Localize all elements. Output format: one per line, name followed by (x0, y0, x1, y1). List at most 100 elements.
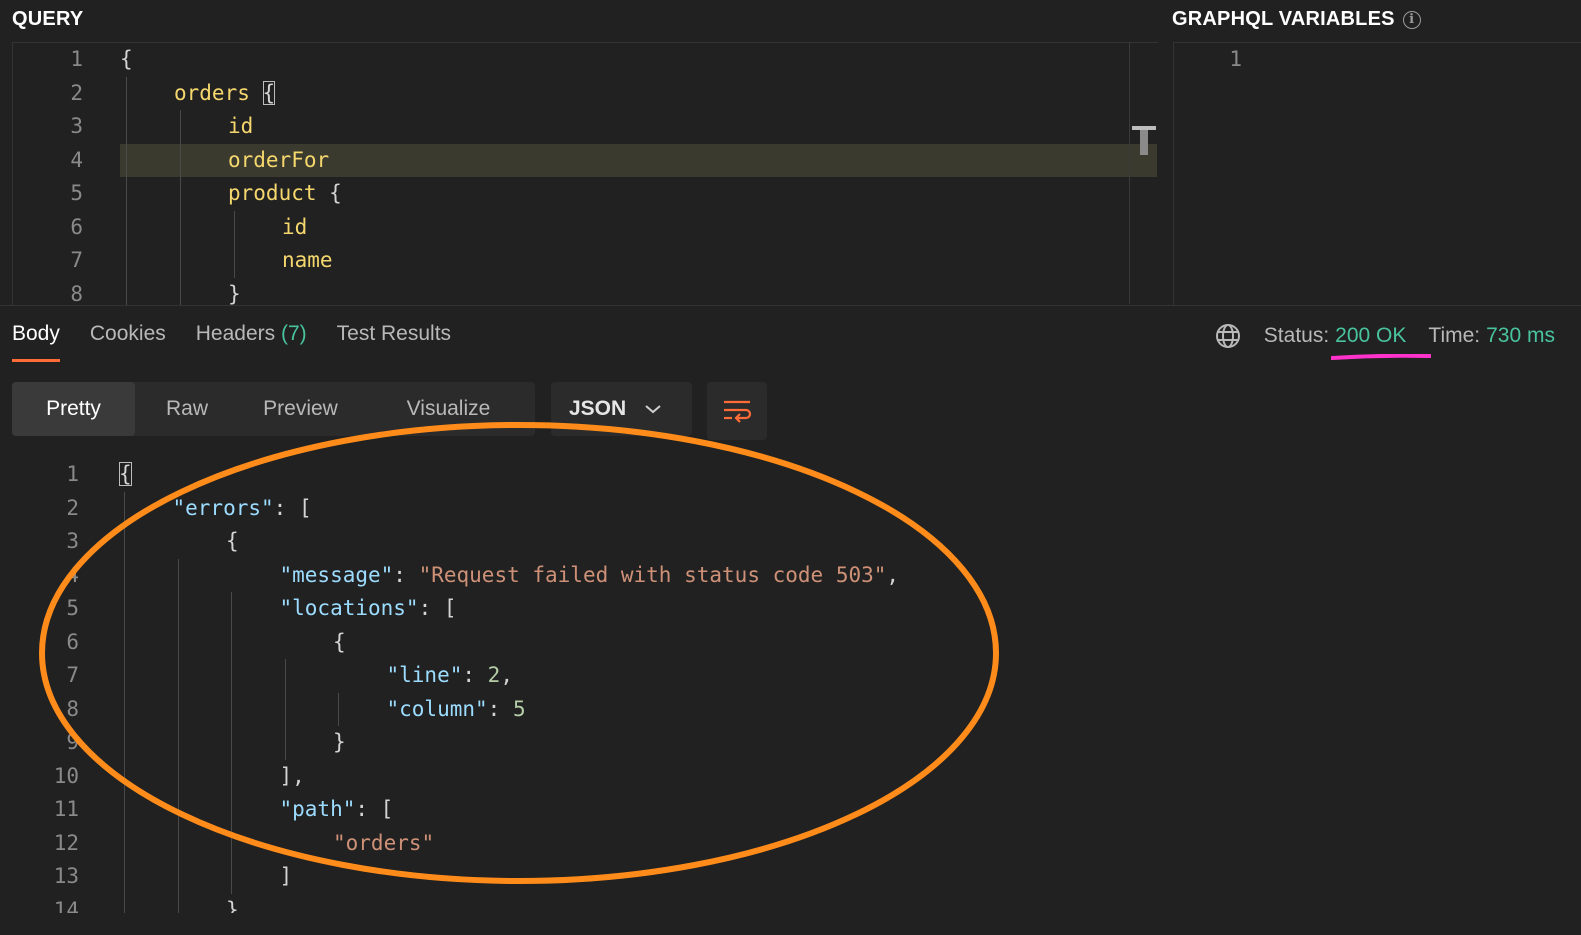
query-token: } (228, 281, 241, 306)
format-dropdown[interactable]: JSON (551, 382, 692, 436)
response-code: { (119, 458, 132, 492)
response-line: 4 "message": "Request failed with status … (12, 559, 1552, 593)
response-line: 11 "path": [ (12, 793, 1552, 827)
line-number: 1 (1229, 47, 1242, 71)
response-line: 10], (12, 760, 1552, 794)
query-line: 1{ (13, 43, 1113, 77)
response-code: "orders" (333, 827, 434, 861)
query-line: 2 orders { (13, 77, 1113, 111)
json-token: : (393, 562, 419, 587)
panel-divider[interactable] (0, 305, 1581, 306)
response-line: 8 "column": 5 (12, 693, 1552, 727)
line-number: 5 (70, 181, 83, 205)
json-token: : (462, 663, 488, 687)
status-label: Status: (1263, 324, 1330, 347)
query-code: id (228, 110, 253, 144)
response-code: "column": 5 (387, 693, 526, 727)
response-body-editor[interactable]: 1{2 "errors": [3{4 "message": "Request fai… (12, 458, 1572, 913)
graphql-variables-title: GRAPHQL VARIABLES i (1172, 8, 1421, 31)
variables-editor[interactable]: 1 (1173, 42, 1581, 305)
response-code: } (333, 726, 346, 760)
json-token: { (226, 529, 239, 553)
response-line: 5 "locations": [ (12, 592, 1552, 626)
json-token: "orders" (333, 830, 435, 855)
response-line: 7 "line": 2, (12, 659, 1552, 693)
response-line: 14} (12, 894, 1552, 914)
query-editor-scrollbar[interactable] (1129, 42, 1158, 304)
line-number: 11 (53, 797, 79, 821)
line-number: 9 (66, 730, 79, 754)
query-panel-title: QUERY (12, 8, 84, 30)
line-number: 7 (66, 663, 79, 687)
info-icon[interactable]: i (1402, 10, 1421, 29)
json-token: "message" (279, 562, 394, 587)
wrap-lines-button[interactable] (707, 382, 767, 440)
line-number: 14 (53, 897, 79, 914)
time-value[interactable]: 730 ms (1486, 324, 1555, 348)
line-number: 6 (70, 214, 83, 239)
json-token: , (886, 562, 900, 587)
query-line: 6 id (13, 211, 1113, 245)
query-code: name (282, 244, 333, 278)
tab-test-results[interactable]: Test Results (337, 322, 451, 356)
graphql-variables-label: GRAPHQL VARIABLES (1172, 8, 1395, 30)
tab-label: Test Results (336, 322, 452, 345)
view-mode-preview[interactable]: Preview (239, 382, 362, 436)
json-token: } (226, 897, 239, 914)
line-number: 3 (70, 114, 83, 138)
line-number: 13 (53, 864, 79, 888)
query-token: name (282, 248, 333, 272)
response-code: "message": "Request failed with status c… (280, 559, 900, 593)
underline-annotation (1331, 354, 1432, 360)
tab-label: Cookies (89, 322, 166, 345)
tab-label: Body (12, 322, 60, 345)
view-mode-raw[interactable]: Raw (135, 382, 239, 436)
line-number: 12 (53, 830, 79, 855)
status-value[interactable]: 200 OK (1331, 324, 1432, 360)
json-token: ], (279, 763, 305, 788)
json-token: "column" (386, 696, 488, 721)
response-code: { (333, 626, 346, 660)
line-number: 2 (66, 495, 79, 520)
line-number: 1 (70, 47, 83, 71)
json-token: "Request failed with status code 503" (418, 562, 887, 587)
response-line: 3{ (12, 525, 1552, 559)
query-token: product (228, 181, 317, 205)
tab-headers[interactable]: Headers (7) (196, 322, 307, 356)
response-status: Status: 200 OK Time: 730 ms (1214, 322, 1555, 360)
query-editor[interactable]: 1{2 orders {3 id 4 orderFor 5 product {6 id 7 nam… (12, 42, 1158, 305)
tab-cookies[interactable]: Cookies (90, 322, 166, 356)
tab-body[interactable]: Body (12, 322, 60, 362)
time-label: Time: (1428, 324, 1481, 347)
view-mode-visualize[interactable]: Visualize (362, 382, 535, 436)
json-token: "line" (386, 663, 463, 687)
json-token: "locations" (279, 596, 419, 620)
query-code: orders { (174, 77, 276, 111)
response-code: "locations": [ (280, 592, 457, 626)
response-code: } (226, 894, 239, 914)
json-token: } (333, 730, 346, 754)
line-number: 4 (70, 147, 83, 172)
query-token: orderFor (228, 147, 330, 172)
query-token: id (228, 114, 254, 138)
view-mode-selector: Pretty Raw Preview Visualize (12, 382, 535, 436)
globe-icon[interactable] (1214, 322, 1242, 350)
query-line: 5 product { (13, 177, 1113, 211)
view-mode-pretty[interactable]: Pretty (12, 382, 135, 436)
response-code: ] (280, 860, 293, 894)
scrollbar-thumb[interactable] (1140, 130, 1148, 155)
json-token: : [ (355, 797, 394, 821)
query-line: 7 name (13, 244, 1113, 278)
query-code: id (282, 211, 307, 245)
line-number: 7 (70, 248, 83, 272)
json-token: { (333, 629, 346, 654)
query-code: { (120, 43, 133, 77)
line-number: 6 (66, 629, 79, 654)
query-code: product { (228, 177, 342, 211)
response-code: "path": [ (280, 793, 394, 827)
query-line: 8} (13, 278, 1113, 306)
response-code: { (226, 525, 239, 559)
brace-token: { (329, 181, 342, 205)
response-code: "line": 2, (387, 659, 513, 693)
json-token: { (119, 462, 132, 486)
